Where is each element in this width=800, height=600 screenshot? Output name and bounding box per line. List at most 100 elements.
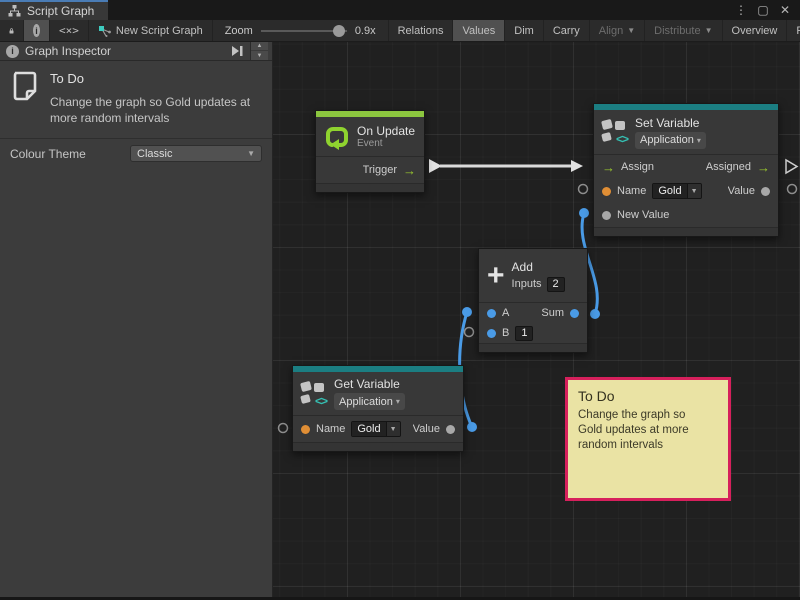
window-menu-icon[interactable]: ⋮ (732, 2, 750, 18)
zoom-slider-handle[interactable] (333, 25, 345, 37)
variable-scope-dropdown[interactable]: Application ▾ (635, 132, 706, 149)
graph-toolbar: i <×> New Script Graph Zoom 0.9x Relatio… (0, 20, 800, 42)
button-label: Full S (796, 25, 800, 37)
variables-icon: <> (301, 382, 327, 406)
variables-icon: <> (602, 120, 628, 144)
info-icon: i (33, 24, 40, 37)
node-footer (479, 343, 587, 352)
graph-inspector-panel: i Graph Inspector ▲ ▼ To Do Change th (0, 42, 273, 597)
trigger-output-port[interactable]: → (403, 164, 416, 177)
zoom-label: Zoom (225, 25, 253, 37)
name-input-port[interactable] (301, 425, 310, 434)
inspector-title: Graph Inspector (25, 44, 111, 58)
inputs-label: Inputs (512, 278, 542, 290)
button-label: Carry (553, 25, 580, 37)
caret-down-icon: ▼ (247, 149, 255, 158)
maximize-icon[interactable]: ▢ (754, 2, 772, 18)
scope-value: Application (640, 134, 694, 146)
add-icon: + (487, 265, 505, 287)
input-b-value-field[interactable]: 1 (515, 326, 533, 341)
lock-button[interactable] (0, 20, 24, 41)
node-set-variable[interactable]: <> Set Variable Application ▾ → Assign A… (593, 103, 779, 237)
value-port-label: Value (413, 423, 440, 435)
scroll-down-icon[interactable]: ▼ (251, 51, 268, 60)
inspect-button[interactable]: i (24, 20, 50, 41)
todo-text: Change the graph so Gold updates at more… (50, 94, 260, 126)
code-preview-button[interactable]: <×> (50, 20, 89, 41)
input-a-port[interactable] (487, 309, 496, 318)
sticky-note-line: random intervals (578, 438, 718, 453)
graph-canvas[interactable]: On Update Event Trigger → <> (273, 42, 800, 597)
node-get-variable[interactable]: <> Get Variable Application ▾ Name Gold … (292, 365, 464, 452)
toolbar-button-overview[interactable]: Overview (723, 20, 788, 41)
node-subtitle: Event (357, 138, 415, 149)
new-script-graph-button[interactable]: New Script Graph (89, 20, 213, 41)
caret-down-icon: ▾ (396, 397, 400, 406)
inputs-count-field[interactable]: 2 (547, 277, 565, 292)
name-input-port[interactable] (602, 187, 611, 196)
graph-tab-icon (8, 5, 21, 17)
scroll-up-icon[interactable]: ▲ (251, 42, 268, 51)
toolbar-button-fullscreen[interactable]: Full S (787, 20, 800, 41)
tab-bar: Script Graph ⋮ ▢ ✕ (0, 0, 800, 20)
node-on-update[interactable]: On Update Event Trigger → (315, 110, 425, 193)
button-label: Relations (398, 25, 444, 37)
colour-theme-row: Colour Theme Classic ▼ (0, 139, 272, 168)
value-output-port[interactable] (761, 187, 770, 196)
colour-theme-label: Colour Theme (10, 147, 86, 161)
inspector-header: i Graph Inspector ▲ ▼ (0, 42, 272, 61)
value-output-port[interactable] (446, 425, 455, 434)
new-graph-label: New Script Graph (116, 25, 203, 37)
input-b-label: B (502, 327, 509, 339)
assign-input-port[interactable]: → (602, 161, 615, 174)
toolbar-button-relations[interactable]: Relations (388, 20, 454, 41)
node-add[interactable]: + Add Inputs 2 A Sum B (478, 248, 588, 353)
node-footer (293, 442, 463, 451)
script-graph-window: Script Graph ⋮ ▢ ✕ i <×> (0, 0, 800, 600)
tab-script-graph[interactable]: Script Graph (0, 0, 108, 20)
new-value-input-port[interactable] (602, 211, 611, 220)
input-a-label: A (502, 307, 509, 319)
input-b-port[interactable] (487, 329, 496, 338)
close-icon[interactable]: ✕ (776, 2, 794, 18)
code-icon: <×> (59, 24, 79, 37)
node-title: Add (512, 260, 565, 274)
colour-theme-dropdown[interactable]: Classic ▼ (130, 145, 262, 162)
sum-port-label: Sum (541, 307, 564, 319)
toolbar-button-carry[interactable]: Carry (544, 20, 590, 41)
colour-theme-value: Classic (137, 148, 172, 160)
caret-down-icon: ▼ (627, 26, 635, 35)
inspector-todo-section: To Do Change the graph so Gold updates a… (0, 61, 272, 139)
node-title: Set Variable (635, 116, 706, 130)
sum-output-port[interactable] (570, 309, 579, 318)
name-value-dropdown[interactable]: Gold ▼ (652, 183, 701, 199)
zoom-slider[interactable] (261, 30, 347, 32)
zoom-value: 0.9x (355, 25, 376, 37)
variable-scope-dropdown[interactable]: Application ▾ (334, 393, 405, 410)
assigned-port-label: Assigned (706, 161, 751, 173)
assign-port-label: Assign (621, 161, 654, 173)
name-value: Gold (352, 422, 385, 436)
sticky-note-title: To Do (578, 388, 718, 404)
zoom-control: Zoom 0.9x (213, 20, 388, 41)
toolbar-button-values[interactable]: Values (453, 20, 505, 41)
tab-title: Script Graph (27, 4, 94, 18)
button-label: Values (462, 25, 495, 37)
caret-down-icon: ▾ (697, 136, 701, 145)
inspector-scroll-spinner: ▲ ▼ (250, 42, 268, 60)
sticky-note-line: Change the graph so (578, 408, 718, 423)
wire-trigger-to-assign (429, 159, 583, 173)
toolbar-button-align[interactable]: Align ▼ (590, 20, 645, 41)
button-label: Align (599, 25, 623, 37)
toolbar-button-distribute[interactable]: Distribute▼ (645, 20, 722, 41)
button-label: Dim (514, 25, 534, 37)
sticky-note-icon (10, 71, 38, 101)
dock-panel-icon[interactable] (229, 45, 245, 57)
button-label: Distribute (654, 25, 700, 37)
sticky-note[interactable]: To Do Change the graph so Gold updates a… (565, 377, 731, 501)
name-value-dropdown[interactable]: Gold ▼ (351, 421, 400, 437)
assigned-output-port[interactable]: → (757, 161, 770, 174)
on-update-event-icon (324, 124, 350, 150)
toolbar-button-dim[interactable]: Dim (505, 20, 544, 41)
value-port-label: Value (728, 185, 755, 197)
